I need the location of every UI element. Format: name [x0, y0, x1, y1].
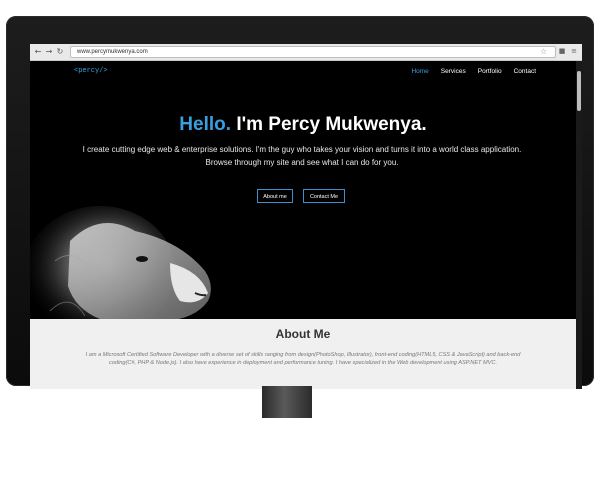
- site-navbar: <percy/> Home Services Portfolio Contact: [30, 61, 576, 83]
- address-bar[interactable]: www.percymukwenya.com: [70, 46, 556, 58]
- about-text: I am a Microsoft Certified Software Deve…: [85, 352, 521, 366]
- nav-portfolio[interactable]: Portfolio: [478, 68, 502, 75]
- reload-icon[interactable]: ↻: [55, 46, 65, 57]
- about-heading: About Me: [275, 327, 331, 341]
- site-menu: Home Services Portfolio Contact: [411, 68, 536, 75]
- scrollbar-thumb[interactable]: [577, 71, 581, 111]
- nav-contact[interactable]: Contact: [514, 68, 536, 75]
- contact-me-button[interactable]: Contact Me: [303, 189, 345, 203]
- hero-subtitle: I create cutting edge web & enterprise s…: [82, 145, 522, 167]
- monitor-frame: ← → ↻ www.percymukwenya.com ☆ ■ ≡ <percy…: [6, 16, 594, 389]
- monitor-screen: ← → ↻ www.percymukwenya.com ☆ ■ ≡ <percy…: [30, 44, 582, 389]
- menu-icon[interactable]: ≡: [570, 47, 578, 55]
- site-logo[interactable]: <percy/>: [74, 67, 108, 75]
- nav-home[interactable]: Home: [411, 68, 428, 75]
- hero-heading: Hello. I'm Percy Mukwenya.: [30, 114, 576, 136]
- hero-name: I'm Percy Mukwenya.: [236, 114, 427, 135]
- back-icon[interactable]: ←: [33, 46, 43, 57]
- extension-icon[interactable]: ■: [558, 47, 566, 55]
- hero-hello: Hello.: [179, 114, 232, 135]
- nav-services[interactable]: Services: [441, 68, 466, 75]
- about-me-button[interactable]: About me: [257, 189, 293, 203]
- website-viewport: <percy/> Home Services Portfolio Contact…: [30, 61, 582, 389]
- browser-toolbar: ← → ↻ www.percymukwenya.com ☆ ■ ≡: [30, 44, 582, 61]
- about-section: About Me I am a Microsoft Certified Soft…: [30, 319, 576, 389]
- monitor-stand: [262, 386, 312, 418]
- page-scrollbar[interactable]: [576, 61, 582, 389]
- bookmark-star-icon[interactable]: ☆: [540, 47, 547, 56]
- forward-icon[interactable]: →: [44, 46, 54, 57]
- lion-image: [30, 206, 211, 331]
